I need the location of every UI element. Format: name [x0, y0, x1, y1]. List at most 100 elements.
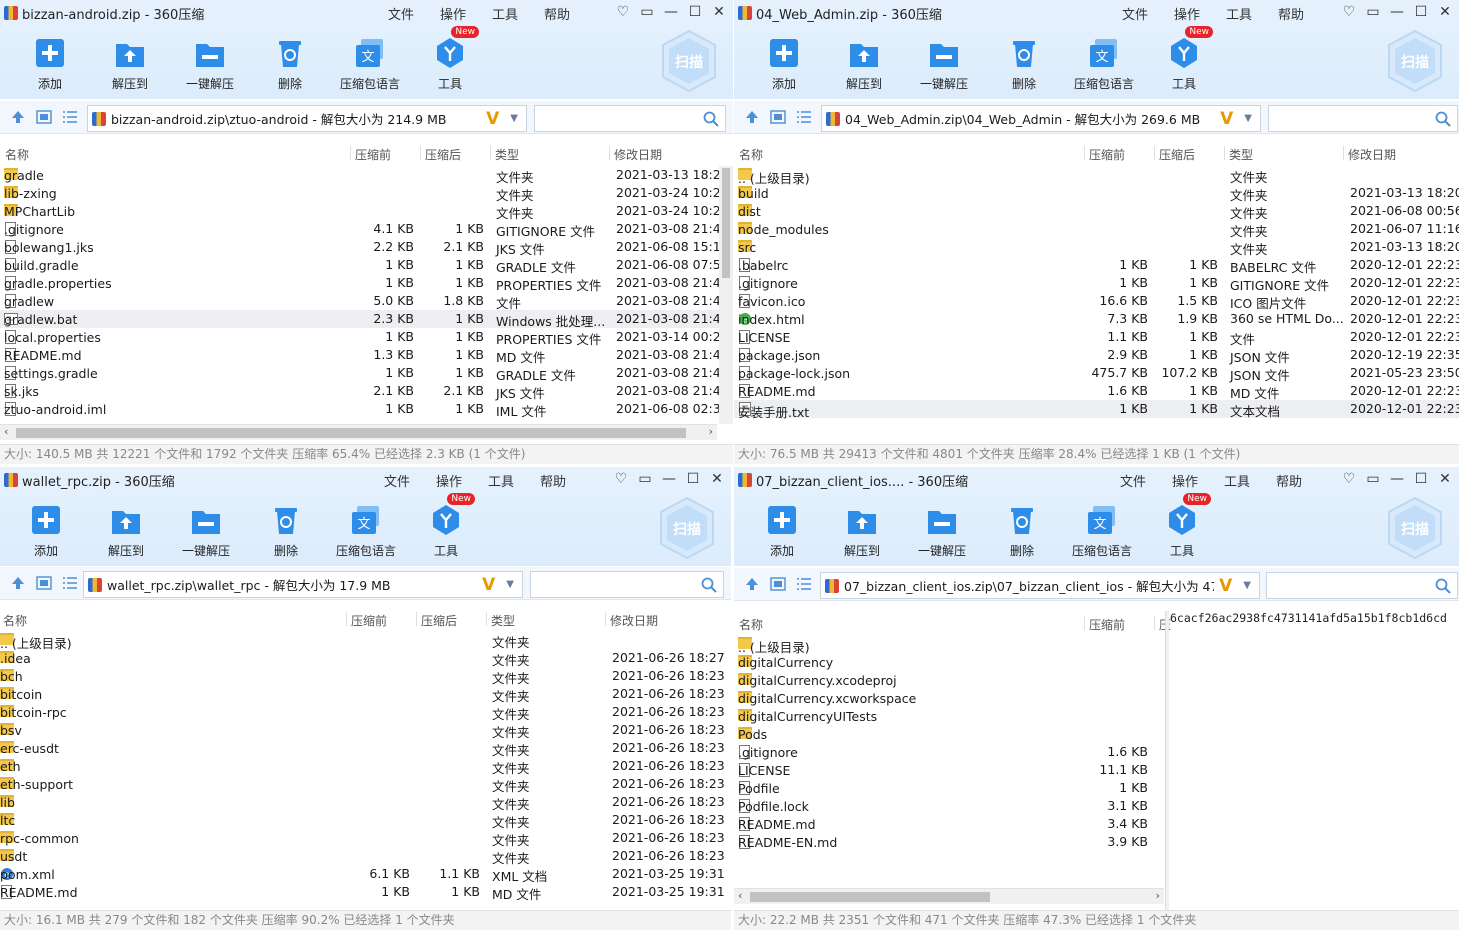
path-field[interactable]: wallet_rpc.zip\wallet_rpc - 解包大小为 17.9 M…	[83, 571, 523, 598]
file-row[interactable]: rpc-common 文件夹 2021-06-26 18:23	[0, 829, 731, 848]
file-row[interactable]: Pods	[734, 725, 1459, 743]
file-row[interactable]: LICENSE 11.1 KB	[734, 761, 1459, 779]
column-header[interactable]: 压缩后	[425, 146, 461, 163]
file-row[interactable]: local.properties 1 KB 1 KB PROPERTIES 文件 202…	[0, 328, 733, 347]
column-header[interactable]: 修改日期	[1348, 146, 1396, 163]
file-row[interactable]: bolewang1.jks 2.2 KB 2.1 KB JKS 文件 2021-06-0…	[0, 238, 733, 257]
preview-divider[interactable]	[1165, 611, 1169, 911]
chevron-down-icon[interactable]: ▼	[1243, 580, 1251, 591]
file-row[interactable]: digitalCurrency.xcworkspace	[734, 689, 1459, 707]
file-row[interactable]: Podfile 1 KB	[734, 779, 1459, 797]
scroll-right-icon[interactable]: ›	[709, 425, 713, 438]
thumbnail-view-icon[interactable]	[36, 576, 52, 590]
file-row[interactable]: gradle.properties 1 KB 1 KB PROPERTIES 文件 20…	[0, 274, 733, 293]
search-input[interactable]	[530, 571, 724, 598]
menu-item[interactable]: 文件	[1120, 471, 1146, 490]
file-row[interactable]: Podfile.lock 3.1 KB	[734, 797, 1459, 815]
file-row[interactable]: lib 文件夹 2021-06-26 18:23	[0, 793, 731, 812]
delete-button[interactable]: 删除	[246, 503, 326, 559]
file-row[interactable]: bsv 文件夹 2021-06-26 18:23	[0, 721, 731, 740]
minimize-button[interactable]: —	[659, 470, 679, 488]
scan-button[interactable]: 扫描	[657, 495, 717, 561]
scroll-right-icon[interactable]: ›	[1156, 889, 1160, 902]
delete-button[interactable]: 删除	[984, 36, 1064, 92]
column-header[interactable]: 压缩前	[1089, 616, 1125, 633]
menu-item[interactable]: 工具	[488, 471, 514, 490]
file-row[interactable]: README-EN.md 3.9 KB	[734, 833, 1459, 851]
maximize-button[interactable]: ☐	[683, 470, 703, 488]
menu-item[interactable]: 文件	[388, 4, 414, 23]
file-row[interactable]: digitalCurrencyUITests	[734, 707, 1459, 725]
file-row[interactable]: README.md 1.6 KB 1 KB MD 文件 2020-12-01 22:23	[734, 382, 1459, 401]
horizontal-scrollbar[interactable]: ‹ ›	[0, 424, 717, 440]
thumbnail-view-icon[interactable]	[770, 577, 786, 591]
menu-item[interactable]: 工具	[1224, 471, 1250, 490]
file-row[interactable]: gradlew.bat 2.3 KB 1 KB Windows 批处理... 2021-…	[0, 310, 733, 329]
file-row[interactable]: .. (上级目录) 文件夹	[734, 166, 1459, 186]
file-row[interactable]: gradlew 5.0 KB 1.8 KB 文件 2021-03-08 21:43	[0, 292, 733, 311]
menu-item[interactable]: 操作	[436, 471, 462, 490]
scan-button[interactable]: 扫描	[1385, 495, 1445, 561]
up-arrow-icon[interactable]	[10, 576, 26, 590]
scrollbar-thumb[interactable]	[722, 168, 730, 278]
extract-to-button[interactable]: 解压到	[824, 36, 904, 92]
skin-icon[interactable]: ♡	[611, 470, 631, 488]
extract-to-button[interactable]: 解压到	[90, 36, 170, 92]
maximize-button[interactable]: ☐	[685, 3, 705, 21]
menu-item[interactable]: 文件	[384, 471, 410, 490]
feedback-icon[interactable]: ▭	[1363, 3, 1383, 21]
column-header[interactable]: 名称	[739, 616, 763, 633]
list-view-icon[interactable]	[62, 110, 78, 124]
menu-item[interactable]: 工具	[1226, 4, 1252, 23]
file-row[interactable]: ltc 文件夹 2021-06-26 18:23	[0, 811, 731, 830]
file-row[interactable]: package-lock.json 475.7 KB 107.2 KB JSON 文件…	[734, 364, 1459, 383]
file-row[interactable]: package.json 2.9 KB 1 KB JSON 文件 2020-12-19 …	[734, 346, 1459, 365]
add-button[interactable]: 添加	[744, 36, 824, 92]
extract-to-button[interactable]: 解压到	[822, 503, 902, 559]
file-row[interactable]: README.md 1.3 KB 1 KB MD 文件 2021-03-08 21:43	[0, 346, 733, 365]
file-row[interactable]: digitalCurrency.xcodeproj	[734, 671, 1459, 689]
file-row[interactable]: build.gradle 1 KB 1 KB GRADLE 文件 2021-06-08 …	[0, 256, 733, 275]
archive-language-button[interactable]: 文压缩包语言	[1064, 36, 1144, 92]
file-row[interactable]: erc-eusdt 文件夹 2021-06-26 18:23	[0, 739, 731, 758]
file-row[interactable]: .gitignore 4.1 KB 1 KB GITIGNORE 文件 2021-03-…	[0, 220, 733, 239]
menu-item[interactable]: 帮助	[1276, 471, 1302, 490]
menu-item[interactable]: 操作	[1172, 471, 1198, 490]
menu-item[interactable]: 帮助	[544, 4, 570, 23]
minimize-button[interactable]: —	[661, 3, 681, 21]
file-row[interactable]: node_modules 文件夹 2021-06-07 11:16	[734, 220, 1459, 239]
file-row[interactable]: eth-support 文件夹 2021-06-26 18:23	[0, 775, 731, 794]
column-header[interactable]: 名称	[5, 146, 29, 163]
file-row[interactable]: favicon.ico 16.6 KB 1.5 KB ICO 图片文件 2020-12-…	[734, 292, 1459, 311]
add-button[interactable]: 添加	[6, 503, 86, 559]
path-field[interactable]: bizzan-android.zip\ztuo-android - 解包大小为 …	[87, 105, 527, 132]
file-row[interactable]: build 文件夹 2021-03-13 18:20	[734, 184, 1459, 203]
column-header[interactable]: 类型	[491, 612, 515, 629]
thumbnail-view-icon[interactable]	[770, 110, 786, 124]
column-header[interactable]: 压缩后	[421, 612, 457, 629]
menu-item[interactable]: 文件	[1122, 4, 1148, 23]
file-row[interactable]: 安装手册.txt 1 KB 1 KB 文本文档 2020-12-01 22:23	[734, 400, 1459, 420]
skin-icon[interactable]: ♡	[1339, 470, 1359, 488]
one-click-extract-button[interactable]: 一键解压	[166, 503, 246, 559]
column-header[interactable]: 修改日期	[610, 612, 658, 629]
file-row[interactable]: LICENSE 1.1 KB 1 KB 文件 2020-12-01 22:23	[734, 328, 1459, 347]
close-button[interactable]: ✕	[1435, 3, 1455, 21]
file-row[interactable]: bitcoin-rpc 文件夹 2021-06-26 18:23	[0, 703, 731, 722]
file-row[interactable]: .. (上级目录)	[734, 635, 1459, 655]
scroll-left-icon[interactable]: ‹	[4, 425, 8, 438]
tools-button[interactable]: New 工具	[410, 26, 490, 92]
horizontal-scrollbar[interactable]: ‹ ›	[734, 888, 1164, 904]
file-row[interactable]: e pom.xml 6.1 KB 1.1 KB XML 文档 2021-03-25 19:…	[0, 865, 731, 884]
file-row[interactable]: .babelrc 1 KB 1 KB BABELRC 文件 2020-12-01 22:…	[734, 256, 1459, 275]
file-row[interactable]: MPChartLib 文件夹 2021-03-24 10:20	[0, 202, 733, 221]
tools-button[interactable]: New 工具	[1144, 26, 1224, 92]
column-header[interactable]: 名称	[739, 146, 763, 163]
list-view-icon[interactable]	[62, 576, 78, 590]
file-row[interactable]: ztuo-android.iml 1 KB 1 KB IML 文件 2021-06-08…	[0, 400, 733, 419]
file-row[interactable]: sk.jks 2.1 KB 2.1 KB JKS 文件 2021-03-08 21:43	[0, 382, 733, 401]
scan-button[interactable]: 扫描	[659, 28, 719, 94]
file-row[interactable]: .idea 文件夹 2021-06-26 18:27	[0, 649, 731, 668]
chevron-down-icon[interactable]: ▼	[510, 113, 518, 124]
file-row[interactable]: src 文件夹 2021-03-13 18:20	[734, 238, 1459, 257]
